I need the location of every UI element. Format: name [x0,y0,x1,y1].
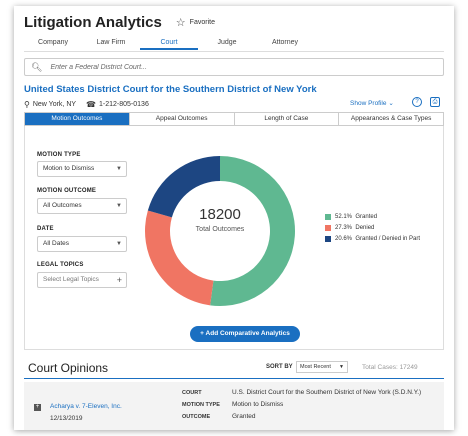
field-value: U.S. District Court for the Southern Dis… [232,389,422,396]
sort-by-label: SORT BY [266,364,293,370]
motion-type-label: MOTION TYPE [37,152,81,158]
app-window: Litigation Analytics ☆ Favorite Company … [14,6,454,430]
favorite-button[interactable]: ☆ Favorite [176,16,215,29]
legal-topics-placeholder: Select Legal Topics [43,276,99,283]
total-cases: Total Cases: 17249 [362,364,418,371]
search-icon: 🔍︎ [31,61,43,72]
legend-value: 20.6% [335,236,353,242]
motion-outcome-select[interactable]: All Outcomes ▼ [37,198,127,214]
header: Litigation Analytics ☆ Favorite [24,14,215,31]
caret-down-icon: ▼ [116,203,122,209]
legend-item-granted-denied-in-part: 20.6% Granted / Denied in Part [325,236,420,242]
search-input[interactable] [50,63,431,71]
favorite-label: Favorite [189,19,215,26]
motion-type-select[interactable]: Motion to Dismiss ▼ [37,161,127,177]
legend-item-denied: 27.3% Denied [325,225,420,231]
date-label: DATE [37,226,54,232]
caret-down-icon: ▼ [116,241,122,247]
court-meta: ⚲ New York, NY ☎ 1-212-805-0136 [24,100,149,109]
court-opinions-title: Court Opinions [28,361,109,375]
field-value: Motion to Dismiss [232,401,284,408]
location-pin-icon: ⚲ [24,100,30,109]
phone-icon: ☎ [86,100,97,109]
court-title: United States District Court for the Sou… [24,84,317,95]
date-value: All Dates [43,240,70,247]
sort-select[interactable]: Most Recent ▼ [296,361,348,373]
total-outcomes-value: 18200 [199,206,241,223]
print-icon[interactable]: ⎙ [430,97,440,107]
sort-value: Most Recent [300,364,331,370]
tab-appearances-case-types[interactable]: Appearances & Case Types [339,113,443,125]
opinions-divider [24,378,444,379]
legend-label: Granted / Denied in Part [355,236,421,242]
caret-down-icon: ▼ [116,166,122,172]
nav-divider [24,51,444,52]
tab-company[interactable]: Company [24,36,82,50]
tab-judge[interactable]: Judge [198,36,256,50]
search-bar: 🔍︎ [24,58,444,76]
plus-icon: + [116,275,122,285]
legend-swatch [325,236,331,242]
help-icon[interactable]: ? [412,97,422,107]
field-value: Granted [232,413,256,420]
legend-swatch [325,214,331,220]
motion-type-value: Motion to Dismiss [43,165,95,172]
show-profile-button[interactable]: Show Profile ⌄ [350,99,394,107]
motion-outcome-label: MOTION OUTCOME [37,188,97,194]
legend-swatch [325,225,331,231]
field-label: OUTCOME [182,414,211,420]
legal-topics-label: LEGAL TOPICS [37,262,84,268]
legend-value: 52.1% [335,214,353,220]
court-phone: 1-212-805-0136 [99,101,149,108]
subtabs: Motion Outcomes Appeal Outcomes Length o… [24,112,444,126]
case-date: 12/13/2019 [50,415,83,422]
tab-length-of-case[interactable]: Length of Case [235,113,340,125]
add-comparative-analytics-button[interactable]: + Add Comparative Analytics [190,326,300,342]
legend-label: Denied [355,225,375,231]
tab-appeal-outcomes[interactable]: Appeal Outcomes [130,113,235,125]
date-select[interactable]: All Dates ▼ [37,236,127,252]
tab-attorney[interactable]: Attorney [256,36,314,50]
star-icon: ☆ [175,17,186,29]
case-link[interactable]: Acharya v. 7-Eleven, Inc. [50,403,122,410]
legend-item-granted: 52.1% Granted [325,214,420,220]
total-outcomes-label: Total Outcomes [195,226,245,233]
motion-outcome-value: All Outcomes [43,202,82,209]
analytics-panel: MOTION TYPE Motion to Dismiss ▼ MOTION O… [24,126,444,350]
opinion-row: + Acharya v. 7-Eleven, Inc. 12/13/2019 C… [24,382,444,430]
legend-value: 27.3% [335,225,353,231]
field-label: COURT [182,390,202,396]
chart-legend: 52.1% Granted 27.3% Denied 20.6% Granted… [325,214,420,247]
app-title: Litigation Analytics [24,14,162,31]
chevron-down-icon: ⌄ [388,100,394,107]
tab-court[interactable]: Court [140,36,198,50]
caret-down-icon: ▼ [339,364,344,370]
show-profile-label: Show Profile [350,100,387,107]
expand-icon[interactable]: + [34,404,41,411]
top-nav: Company Law Firm Court Judge Attorney [24,36,324,50]
tab-law-firm[interactable]: Law Firm [82,36,140,50]
legal-topics-select[interactable]: Select Legal Topics + [37,272,127,288]
legend-label: Granted [355,214,378,220]
donut-slice-denied[interactable] [145,210,214,306]
tab-motion-outcomes[interactable]: Motion Outcomes [25,113,130,125]
court-location: New York, NY [32,101,77,108]
field-label: MOTION TYPE [182,402,220,408]
